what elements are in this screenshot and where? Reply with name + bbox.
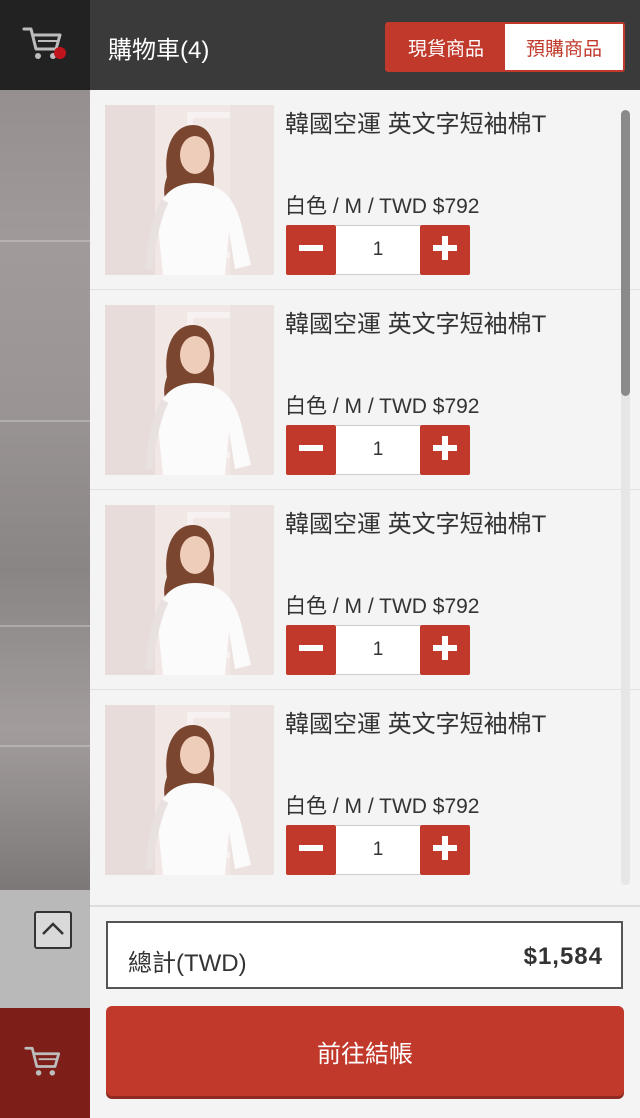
decrease-button[interactable] <box>286 425 336 475</box>
quantity-input[interactable]: 1 <box>336 425 420 475</box>
product-image[interactable] <box>105 105 274 275</box>
product-name[interactable]: 韓國空運 英文字短袖棉T <box>285 304 546 339</box>
rail-scroll-area <box>0 890 90 1008</box>
product-image[interactable] <box>105 505 274 675</box>
total-value: $1,584 <box>523 943 603 970</box>
plus-icon <box>432 835 458 866</box>
minus-icon <box>298 235 324 266</box>
product-name[interactable]: 韓國空運 英文字短袖棉T <box>285 104 546 139</box>
minus-icon <box>298 435 324 466</box>
product-name[interactable]: 韓國空運 英文字短袖棉T <box>285 504 546 539</box>
increase-button[interactable] <box>420 825 470 875</box>
cart-item-list[interactable]: 韓國空運 英文字短袖棉T 白色 / M / TWD $792 1 韓國空運 英文… <box>90 90 640 905</box>
quantity-input[interactable]: 1 <box>336 625 420 675</box>
plus-icon <box>432 435 458 466</box>
increase-button[interactable] <box>420 225 470 275</box>
cart-icon <box>24 1042 66 1085</box>
cart-header: 購物車(4) 現貨商品 預購商品 <box>90 0 640 90</box>
tab-preorder[interactable]: 預購商品 <box>505 24 623 70</box>
cart-with-badge-icon <box>22 23 68 68</box>
product-spec: 白色 / M / TWD $792 <box>285 395 480 418</box>
checkout-button[interactable]: 前往結帳 <box>106 1006 624 1096</box>
cart-item: 韓國空運 英文字短袖棉T 白色 / M / TWD $792 1 <box>90 490 640 690</box>
scroll-up-button[interactable] <box>34 911 72 949</box>
minus-icon <box>298 835 324 866</box>
list-scrollbar[interactable] <box>621 110 630 885</box>
product-image[interactable] <box>105 305 274 475</box>
increase-button[interactable] <box>420 425 470 475</box>
product-spec: 白色 / M / TWD $792 <box>285 795 480 818</box>
increase-button[interactable] <box>420 625 470 675</box>
divider <box>90 905 640 907</box>
minus-icon <box>298 635 324 666</box>
stock-tabs: 現貨商品 預購商品 <box>385 22 625 72</box>
total-box: 總計(TWD) $1,584 <box>106 921 623 989</box>
total-label: 總計(TWD) <box>128 950 247 977</box>
plus-icon <box>432 235 458 266</box>
quantity-stepper: 1 <box>286 825 470 875</box>
left-rail <box>0 0 90 1118</box>
cart-item: 韓國空運 英文字短袖棉T 白色 / M / TWD $792 1 <box>90 290 640 490</box>
decrease-button[interactable] <box>286 225 336 275</box>
cart-button[interactable] <box>0 1008 90 1118</box>
quantity-stepper: 1 <box>286 225 470 275</box>
cart-toggle[interactable] <box>0 0 90 90</box>
quantity-stepper: 1 <box>286 625 470 675</box>
decrease-button[interactable] <box>286 825 336 875</box>
product-image[interactable] <box>105 705 274 875</box>
product-spec: 白色 / M / TWD $792 <box>285 195 480 218</box>
rail-background <box>0 90 90 890</box>
cart-title: 購物車(4) <box>108 37 210 64</box>
product-name[interactable]: 韓國空運 英文字短袖棉T <box>285 704 546 739</box>
plus-icon <box>432 635 458 666</box>
quantity-input[interactable]: 1 <box>336 825 420 875</box>
cart-item: 韓國空運 英文字短袖棉T 白色 / M / TWD $792 1 <box>90 690 640 890</box>
cart-item: 韓國空運 英文字短袖棉T 白色 / M / TWD $792 1 <box>90 90 640 290</box>
tab-in-stock[interactable]: 現貨商品 <box>387 24 505 70</box>
scrollbar-thumb[interactable] <box>621 110 630 396</box>
decrease-button[interactable] <box>286 625 336 675</box>
product-spec: 白色 / M / TWD $792 <box>285 595 480 618</box>
chevron-up-icon <box>41 920 65 941</box>
quantity-input[interactable]: 1 <box>336 225 420 275</box>
quantity-stepper: 1 <box>286 425 470 475</box>
